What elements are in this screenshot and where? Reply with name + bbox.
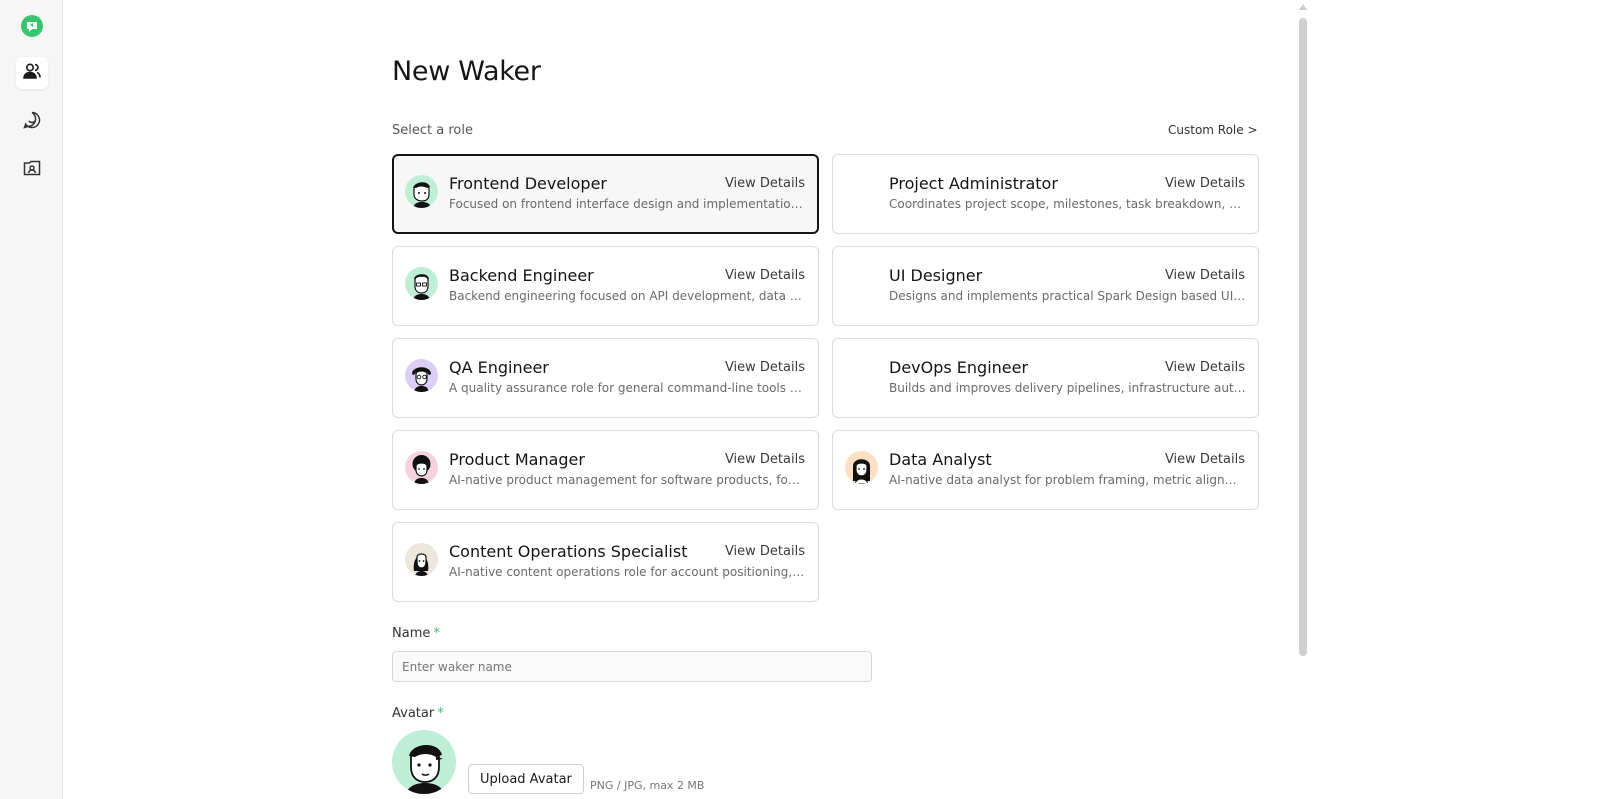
- view-details-link[interactable]: View Details: [725, 452, 805, 467]
- role-avatar: [845, 451, 878, 484]
- sidebar: [0, 0, 63, 799]
- view-details-link[interactable]: View Details: [1165, 360, 1245, 375]
- select-role-label: Select a role: [392, 123, 473, 138]
- required-mark: *: [433, 626, 440, 641]
- view-details-link[interactable]: View Details: [725, 176, 805, 191]
- role-card-frontend-developer[interactable]: Frontend Developer View Details Focused …: [392, 154, 819, 234]
- role-name: Data Analyst: [889, 450, 992, 469]
- role-description: AI-native data analyst for problem frami…: [889, 473, 1246, 487]
- name-field-label: Name *: [392, 626, 440, 641]
- avatar-field-label: Avatar *: [392, 706, 444, 721]
- role-name: DevOps Engineer: [889, 358, 1029, 377]
- view-details-link[interactable]: View Details: [1165, 452, 1245, 467]
- role-card-backend-engineer[interactable]: Backend Engineer View Details Backend en…: [392, 246, 819, 326]
- role-card-ui-designer[interactable]: UI Designer View Details Designs and imp…: [832, 246, 1259, 326]
- page-title: New Waker: [392, 56, 541, 87]
- custom-role-link[interactable]: Custom Role >: [1168, 123, 1258, 137]
- role-card-project-administrator[interactable]: Project Administrator View Details Coord…: [832, 154, 1259, 234]
- upload-hint: PNG / JPG, max 2 MB: [590, 779, 705, 792]
- sidebar-item-contacts[interactable]: [16, 154, 48, 186]
- contact-card-icon: [22, 158, 42, 182]
- role-description: AI-native content operations role for ac…: [449, 565, 806, 579]
- role-name: Product Manager: [449, 450, 585, 469]
- role-card-qa-engineer[interactable]: QA Engineer View Details A quality assur…: [392, 338, 819, 418]
- role-name: QA Engineer: [449, 358, 549, 377]
- role-avatar: [405, 543, 438, 576]
- view-details-link[interactable]: View Details: [1165, 176, 1245, 191]
- role-name: Frontend Developer: [449, 174, 607, 193]
- role-avatar: [405, 451, 438, 484]
- role-description: Designs and implements practical Spark D…: [889, 289, 1246, 303]
- scroll-up-arrow-icon[interactable]: [1299, 4, 1307, 10]
- role-name: UI Designer: [889, 266, 983, 285]
- role-avatar: [405, 267, 438, 300]
- role-card-content-operations-specialist[interactable]: Content Operations Specialist View Detai…: [392, 522, 819, 602]
- view-details-link[interactable]: View Details: [1165, 268, 1245, 283]
- role-description: Builds and improves delivery pipelines, …: [889, 381, 1246, 395]
- chat-bubble-icon: [22, 110, 42, 134]
- name-label-text: Name: [392, 626, 431, 641]
- role-name: Content Operations Specialist: [449, 542, 688, 561]
- main-content: New Waker Select a role Custom Role > Fr…: [63, 0, 1598, 799]
- app-logo-icon[interactable]: [20, 14, 44, 38]
- role-description: Backend engineering focused on API devel…: [449, 289, 806, 303]
- scrollbar-thumb[interactable]: [1299, 18, 1307, 656]
- role-description: A quality assurance role for general com…: [449, 381, 806, 395]
- users-icon: [22, 61, 42, 85]
- role-description: Focused on frontend interface design and…: [449, 197, 806, 211]
- avatar-label-text: Avatar: [392, 706, 435, 721]
- role-avatar: [405, 359, 438, 392]
- role-card-product-manager[interactable]: Product Manager View Details AI-native p…: [392, 430, 819, 510]
- name-input[interactable]: [392, 651, 872, 682]
- avatar-preview: [392, 730, 456, 794]
- role-card-data-analyst[interactable]: Data Analyst View Details AI-native data…: [832, 430, 1259, 510]
- view-details-link[interactable]: View Details: [725, 544, 805, 559]
- role-card-devops-engineer[interactable]: DevOps Engineer View Details Builds and …: [832, 338, 1259, 418]
- view-details-link[interactable]: View Details: [725, 360, 805, 375]
- required-mark: *: [437, 706, 444, 721]
- sidebar-item-chat[interactable]: [16, 106, 48, 138]
- role-name: Project Administrator: [889, 174, 1058, 193]
- role-name: Backend Engineer: [449, 266, 594, 285]
- sidebar-item-wakers[interactable]: [16, 57, 48, 89]
- role-description: Coordinates project scope, milestones, t…: [889, 197, 1246, 211]
- role-avatar: [405, 175, 438, 208]
- view-details-link[interactable]: View Details: [725, 268, 805, 283]
- role-description: AI-native product management for softwar…: [449, 473, 806, 487]
- upload-avatar-button[interactable]: Upload Avatar: [468, 764, 584, 794]
